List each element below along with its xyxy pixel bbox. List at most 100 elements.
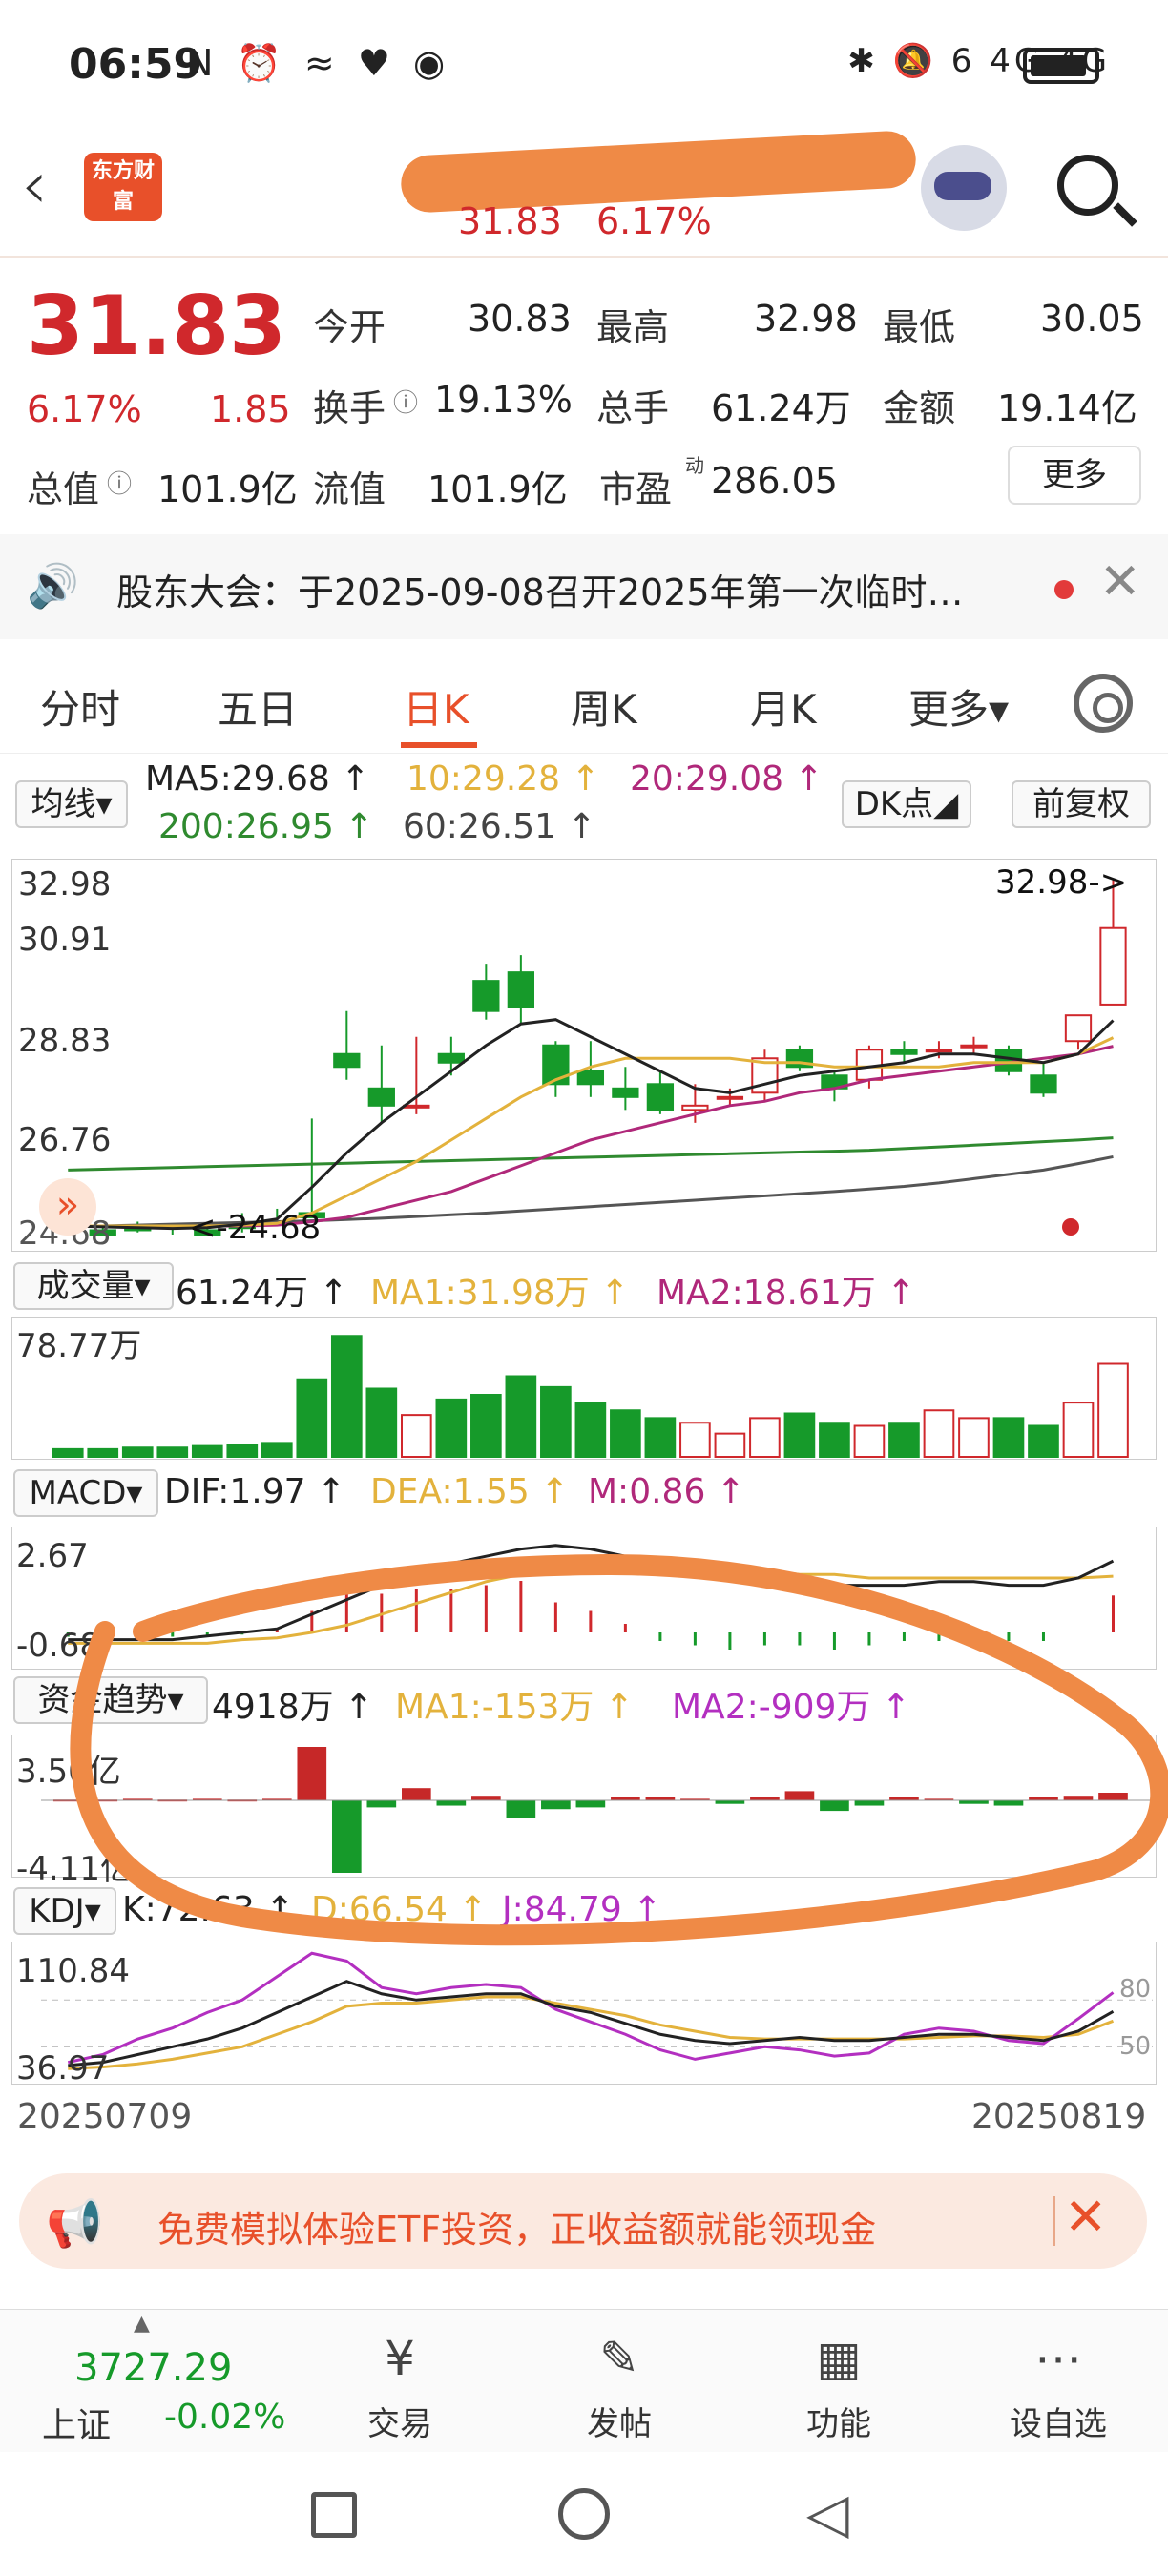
notification-icons: N ⏰ ≈ ♥ ◉ [186,42,451,84]
volume-bar [679,1422,711,1458]
assistant-robot-icon[interactable] [921,145,1007,231]
grid-icon: ▦ [816,2331,862,2386]
home-icon[interactable] [558,2488,610,2540]
volume-bar [226,1444,259,1458]
info-icon[interactable]: ⓘ [393,384,418,419]
adjustment-button[interactable]: 前复权 [1012,780,1151,828]
back-icon[interactable]: ‹ [21,152,48,218]
pe-label: 市盈 [599,468,673,510]
period-tabs: 分时 五日 日K 周K 月K 更多▾ [0,658,1168,754]
announcement-text[interactable]: 股东大会：于2025-09-08召开2025年第一次临时… [116,563,1032,615]
volume-bar [156,1446,189,1458]
volume-chart[interactable]: 78.77万 [11,1317,1157,1460]
tab-intraday[interactable]: 分时 [40,677,120,736]
signal-dot [1062,1218,1079,1236]
ma20-label: 20:29.08 ↑ [630,759,824,799]
header-price: 31.83 [458,200,562,242]
kdj-right-tick-0: 80 [1119,1975,1152,2004]
ma60-label: 60:26.51 ↑ [403,807,596,846]
nav-trade[interactable]: ¥ 交易 [328,2310,471,2453]
close-icon[interactable]: ✕ [1064,2187,1107,2247]
nav-watchlist-label: 设自选 [1010,2405,1107,2443]
candle-body [333,1052,361,1069]
ytick-2: 28.83 [18,1022,112,1060]
volume-svg [52,1335,1129,1458]
kline-svg [54,878,1127,1236]
nav-watchlist[interactable]: ⋯ 设自选 [987,2310,1130,2453]
dk-point-button[interactable]: DK点◢ [842,780,971,828]
tab-weekly-k[interactable]: 周K [571,677,637,736]
status-time: 06:59 [69,40,203,89]
tab-more[interactable]: 更多▾ [908,677,1009,736]
volume-ytick: 78.77万 [16,1327,142,1365]
tab-daily-k[interactable]: 日K [403,677,469,736]
nav-features[interactable]: ▦ 功能 [767,2310,910,2453]
volume-bar [401,1414,432,1458]
candle-body [681,1104,709,1111]
volume-dropdown[interactable]: 成交量▾ [13,1262,174,1310]
float-label: 流值 [313,468,386,510]
high-marker: 32.98-> [995,863,1128,902]
volume-bar [261,1442,293,1458]
caret-up-icon: ▲ [134,2312,150,2336]
candle-body [890,1049,918,1055]
expand-chevron-icon[interactable]: » [39,1178,96,1236]
change-pct: 6.17% [27,388,142,430]
high-value: 32.98 [754,298,858,340]
app-logo[interactable]: 东方财富 [84,153,162,221]
open-label: 今开 [313,306,386,348]
macd-dropdown[interactable]: MACD▾ [13,1469,158,1517]
ma-mode-dropdown[interactable]: 均线▾ [15,780,128,828]
active-tab-indicator [401,742,477,748]
volume-bar [574,1402,607,1458]
tab-five-day[interactable]: 五日 [218,677,298,736]
kline-chart[interactable]: 32.98 30.91 28.83 26.76 24.68 32.98-> <-… [11,859,1157,1253]
candle-body [716,1095,744,1100]
recents-icon[interactable] [311,2492,357,2538]
ma200-line [68,1136,1114,1172]
status-bar: 06:59 N ⏰ ≈ ♥ ◉ ✱ 🔕 6 4G 4G [0,0,1168,134]
volume-bar [435,1398,468,1458]
close-icon[interactable]: ✕ [1099,553,1141,611]
header-change-pct: 6.17% [596,200,712,242]
gear-icon[interactable] [1074,674,1133,733]
more-dots-icon: ⋯ [1034,2331,1082,2386]
volume-bar [296,1378,328,1458]
mktcap-value: 101.9亿 [157,468,298,510]
candle-body [576,1070,605,1086]
info-icon[interactable]: ⓘ [107,465,132,500]
megaphone-icon: 📢 [46,2197,103,2251]
volume-bar [853,1424,886,1458]
candle-body [437,1052,465,1064]
macd-m-label: M:0.86 ↑ [588,1472,745,1511]
volume-bar [52,1447,84,1458]
promo-banner[interactable]: 📢 免费模拟体验ETF投资，正收益额就能领现金 ✕ [19,2173,1147,2269]
volume-bar [540,1385,572,1458]
hand-drawn-circle [70,1553,1168,1946]
volume-bar [1028,1424,1059,1458]
more-quote-button[interactable]: 更多 [1008,446,1141,505]
volume-bar [87,1447,119,1458]
index-name: 上证 [42,2406,112,2445]
volume-bar [365,1387,398,1458]
bottom-nav: ▲ 3727.29 上证 -0.02% ¥ 交易 ✎ 发帖 ▦ 功能 ⋯ 设自选 [0,2309,1168,2452]
promo-text[interactable]: 免费模拟体验ETF投资，正收益额就能领现金 [157,2200,876,2253]
ytick-3: 26.76 [18,1121,112,1159]
candle-body [472,980,500,1012]
edit-icon: ✎ [599,2331,639,2386]
amount-value: 19.14亿 [997,387,1137,429]
announcement-bar[interactable]: 🔊 股东大会：于2025-09-08召开2025年第一次临时… ✕ [0,534,1168,639]
ytick-1: 30.91 [18,921,112,959]
back-nav-icon[interactable]: ◁ [806,2481,849,2545]
unread-dot [1054,580,1074,599]
search-icon[interactable] [1057,155,1118,216]
nav-post-label: 发帖 [587,2405,652,2443]
nav-post[interactable]: ✎ 发帖 [548,2310,691,2453]
volume-value-label: 61.24万 ↑ [176,1274,348,1313]
index-value[interactable]: 3727.29 [74,2346,232,2390]
volume-bar [1062,1402,1095,1458]
ma5-label: MA5:29.68 ↑ [145,759,370,799]
candle-body [1030,1074,1057,1094]
divider [1053,2196,1055,2246]
tab-monthly-k[interactable]: 月K [750,677,817,736]
